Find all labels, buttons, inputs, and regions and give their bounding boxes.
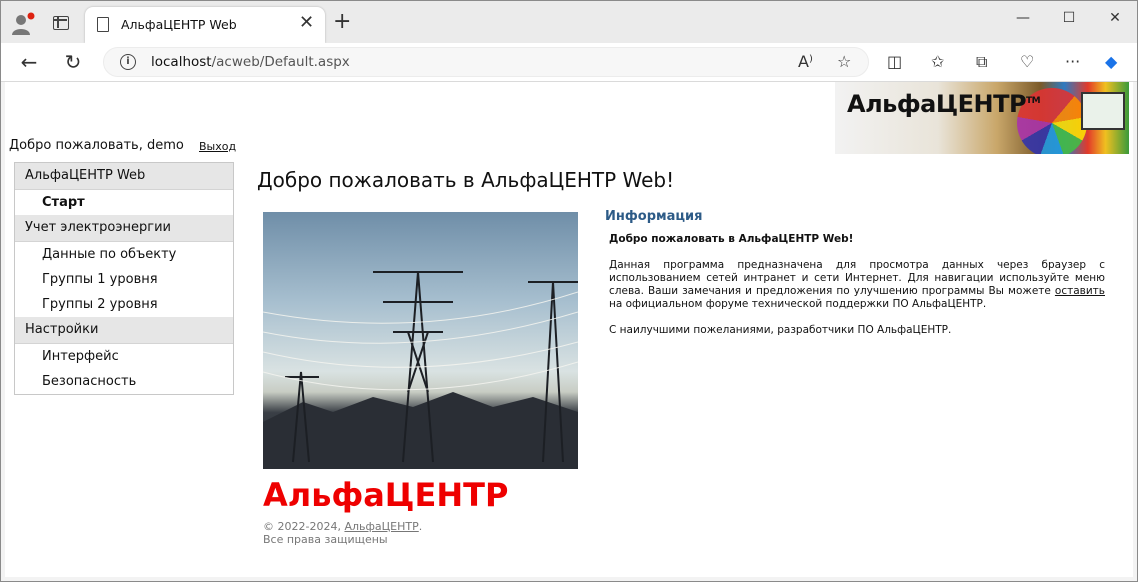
welcome-text: Добро пожаловать, demo [9,138,184,153]
tab-title: АльфаЦЕНТР Web [121,17,237,32]
info-content: Добро пожаловать в АльфаЦЕНТР Web! Данна… [609,233,1105,350]
info-paragraph-2: С наилучшими пожеланиями, разработчики П… [609,324,952,336]
toolbar: ← ↻ i localhost/acweb/Default.aspx A⁾ ☆ … [1,43,1137,82]
close-window-icon[interactable]: ✕ [1101,9,1129,29]
browser-window: АльфаЦЕНТР Web ✕ + — ☐ ✕ ← ↻ i localhost… [0,0,1138,582]
monitor-graphic [1081,92,1125,130]
profile-icon[interactable] [11,12,35,36]
read-aloud-icon[interactable]: A⁾ [798,52,813,71]
power-lines-photo [263,212,578,469]
close-tab-icon[interactable]: ✕ [299,13,314,33]
reload-icon[interactable]: ↻ [59,48,87,76]
web-page: АльфаЦЕНТРTM Добро пожаловать, demo Выхо… [5,82,1133,577]
menu-item-start[interactable]: Старт [15,190,233,215]
menu-item-security[interactable]: Безопасность [15,369,233,394]
tab-strip: АльфаЦЕНТР Web ✕ + — ☐ ✕ [1,1,1137,43]
favorite-star-icon[interactable]: ☆ [837,52,851,71]
performance-icon[interactable]: ♡ [1020,52,1034,71]
copyright-link[interactable]: АльфаЦЕНТР [344,520,418,533]
menu-section-acweb[interactable]: АльфаЦЕНТР Web [15,163,233,190]
tab-active[interactable]: АльфаЦЕНТР Web ✕ [85,7,325,43]
copyright: © 2022-2024, АльфаЦЕНТР. Все права защищ… [263,520,423,546]
back-icon[interactable]: ← [15,48,43,76]
info-paragraph-1: Данная программа предназначена для просм… [609,259,1105,310]
banner-logo: АльфаЦЕНТРTM [847,90,1041,118]
menu-item-groups-2[interactable]: Группы 2 уровня [15,292,233,317]
brand-logo: АльфаЦЕНТР [263,476,509,514]
tab-actions-icon[interactable] [53,16,69,30]
favorites-icon[interactable]: ✩ [931,52,944,71]
maximize-icon[interactable]: ☐ [1055,9,1083,29]
info-heading: Информация [605,209,703,224]
page-title: Добро пожаловать в АльфаЦЕНТР Web! [257,168,675,192]
site-info-icon[interactable]: i [120,54,136,70]
page-icon [97,17,109,32]
menu-item-groups-1[interactable]: Группы 1 уровня [15,267,233,292]
logout-link[interactable]: Выход [199,140,236,153]
menu-item-object-data[interactable]: Данные по объекту [15,242,233,267]
menu-section-settings[interactable]: Настройки [15,317,233,344]
feedback-link[interactable]: оставить [1055,285,1105,297]
header-banner: АльфаЦЕНТРTM [835,82,1129,154]
side-menu: АльфаЦЕНТР Web Старт Учет электроэнергии… [14,162,234,395]
menu-section-metering[interactable]: Учет электроэнергии [15,215,233,242]
split-screen-icon[interactable]: ◫ [887,52,902,71]
info-lead: Добро пожаловать в АльфаЦЕНТР Web! [609,233,854,245]
rights-text: Все права защищены [263,533,388,546]
menu-item-interface[interactable]: Интерфейс [15,344,233,369]
new-tab-icon[interactable]: + [333,11,351,33]
address-bar[interactable]: i localhost/acweb/Default.aspx A⁾ ☆ [103,47,869,77]
minimize-icon[interactable]: — [1009,9,1037,29]
more-icon[interactable]: ··· [1065,52,1080,71]
url-text: localhost/acweb/Default.aspx [151,54,350,70]
copilot-icon[interactable]: ◆ [1105,52,1117,71]
collections-icon[interactable]: ⧉ [976,52,987,72]
